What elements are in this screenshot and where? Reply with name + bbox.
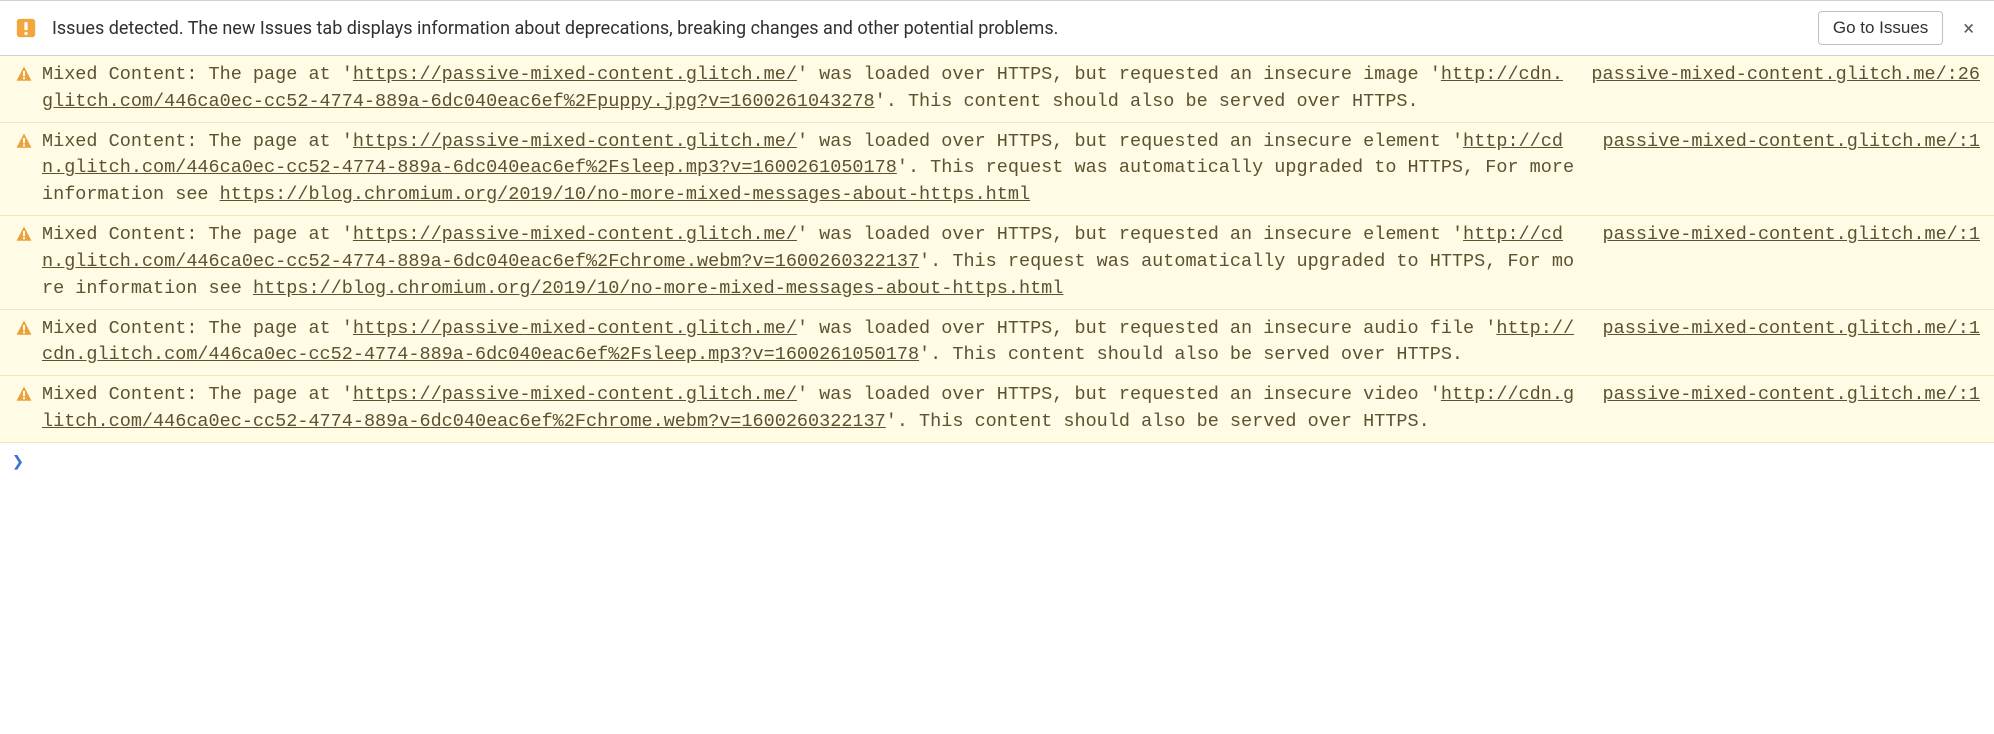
source-link[interactable]: passive-mixed-content.glitch.me/:1: [1603, 382, 1980, 409]
console-message-list: Mixed Content: The page at 'https://pass…: [0, 56, 1994, 443]
go-to-issues-button[interactable]: Go to Issues: [1818, 11, 1943, 45]
source-link[interactable]: passive-mixed-content.glitch.me/:26: [1591, 62, 1980, 89]
info-url-link[interactable]: https://blog.chromium.org/2019/10/no-mor…: [220, 184, 1030, 205]
console-message-text: Mixed Content: The page at 'https://pass…: [42, 62, 1567, 116]
console-warning-row[interactable]: Mixed Content: The page at 'https://pass…: [0, 310, 1994, 377]
page-url-link[interactable]: https://passive-mixed-content.glitch.me/: [353, 64, 797, 85]
console-message-text: Mixed Content: The page at 'https://pass…: [42, 382, 1579, 436]
console-message-text: Mixed Content: The page at 'https://pass…: [42, 129, 1579, 209]
console-warning-row[interactable]: Mixed Content: The page at 'https://pass…: [0, 376, 1994, 443]
warning-icon: [12, 316, 36, 337]
console-warning-row[interactable]: Mixed Content: The page at 'https://pass…: [0, 216, 1994, 309]
close-icon[interactable]: ×: [1957, 18, 1980, 38]
issues-bar: Issues detected. The new Issues tab disp…: [0, 0, 1994, 56]
source-link[interactable]: passive-mixed-content.glitch.me/:1: [1603, 316, 1980, 343]
console-message-text: Mixed Content: The page at 'https://pass…: [42, 316, 1579, 370]
chevron-right-icon: ❯: [12, 449, 24, 473]
console-warning-row[interactable]: Mixed Content: The page at 'https://pass…: [0, 56, 1994, 123]
console-prompt[interactable]: ❯: [0, 443, 1994, 479]
console-warning-row[interactable]: Mixed Content: The page at 'https://pass…: [0, 123, 1994, 216]
console-message-text: Mixed Content: The page at 'https://pass…: [42, 222, 1579, 302]
issues-bar-message: Issues detected. The new Issues tab disp…: [52, 18, 1804, 39]
issues-icon: [14, 16, 38, 40]
info-url-link[interactable]: https://blog.chromium.org/2019/10/no-mor…: [253, 278, 1063, 299]
page-url-link[interactable]: https://passive-mixed-content.glitch.me/: [353, 224, 797, 245]
warning-icon: [12, 129, 36, 150]
page-url-link[interactable]: https://passive-mixed-content.glitch.me/: [353, 318, 797, 339]
warning-icon: [12, 382, 36, 403]
source-link[interactable]: passive-mixed-content.glitch.me/:1: [1603, 222, 1980, 249]
warning-icon: [12, 222, 36, 243]
page-url-link[interactable]: https://passive-mixed-content.glitch.me/: [353, 384, 797, 405]
warning-icon: [12, 62, 36, 83]
source-link[interactable]: passive-mixed-content.glitch.me/:1: [1603, 129, 1980, 156]
page-url-link[interactable]: https://passive-mixed-content.glitch.me/: [353, 131, 797, 152]
